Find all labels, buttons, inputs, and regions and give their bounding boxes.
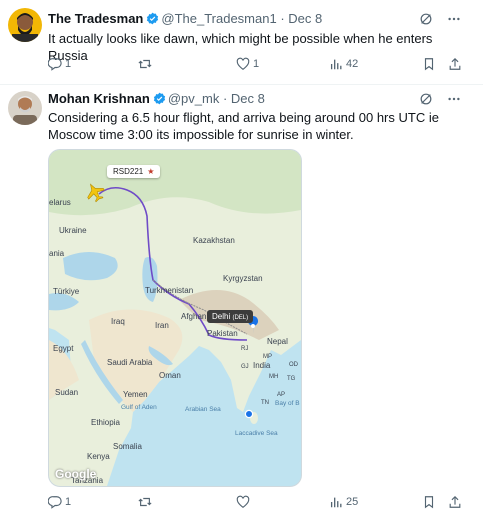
map-label-tg: TG — [287, 376, 296, 382]
verified-badge-icon — [153, 92, 165, 105]
share-icon — [449, 57, 461, 70]
map-label-od: OD — [289, 362, 298, 368]
map-label-rania: ania — [49, 249, 65, 258]
destination-code: (DEL) — [232, 315, 249, 321]
bookmark-button[interactable] — [422, 495, 436, 509]
author-name[interactable]: The Tradesman — [48, 11, 143, 26]
views-chart-icon — [330, 59, 342, 70]
flight-number-tag: RSD221 ★ — [107, 165, 161, 178]
like-button[interactable] — [236, 495, 253, 509]
map-label-turkiye: Türkiye — [53, 287, 80, 296]
like-button[interactable]: 1 — [236, 57, 259, 71]
grok-icon[interactable] — [419, 12, 433, 26]
map-label-yemen: Yemen — [123, 390, 148, 399]
tweet-2-header: Mohan Krishnan @pv_mk · Dec 8 — [48, 91, 265, 106]
author-name[interactable]: Mohan Krishnan — [48, 91, 150, 106]
avatar-tradesman-image — [8, 8, 42, 42]
map-label-pakistan: Pakistan — [207, 329, 238, 338]
map-label-laccadive: Laccadive Sea — [235, 430, 278, 437]
views-button[interactable]: 42 — [329, 57, 358, 71]
verified-badge-icon — [147, 12, 159, 25]
map-label-somalia: Somalia — [113, 442, 142, 451]
retweet-icon — [138, 497, 152, 507]
share-button[interactable] — [448, 495, 462, 509]
tweet-2-top-actions — [419, 92, 461, 106]
location-dot-icon — [244, 409, 254, 419]
bookmark-icon — [424, 496, 434, 509]
reply-button[interactable]: 1 — [48, 495, 71, 509]
map-label-mh: MH — [269, 374, 279, 380]
tweet-2-actions: 1 25 — [48, 495, 468, 513]
destination-tag: Delhi (DEL) — [207, 310, 254, 323]
google-logo: Google — [55, 467, 97, 481]
reply-icon — [48, 58, 62, 71]
map-label-gulf-of-aden: Gulf of Aden — [121, 404, 157, 411]
map-label-kyrgyzstan: Kyrgyzstan — [223, 274, 263, 283]
map-label-arabian-sea: Arabian Sea — [185, 406, 221, 413]
map-label-gj: GJ — [241, 364, 249, 370]
reply-icon — [48, 496, 62, 509]
tweet-date[interactable]: · Dec 8 — [223, 91, 265, 106]
map-label-iran: Iran — [155, 321, 169, 330]
tweet-date[interactable]: · Dec 8 — [280, 11, 322, 26]
retweet-button[interactable] — [138, 495, 155, 509]
grok-icon[interactable] — [419, 92, 433, 106]
map-label-rj: RJ — [241, 346, 249, 352]
map-label-mp: MP — [263, 354, 272, 360]
map-label-egypt: Egypt — [53, 344, 74, 353]
map-label-sudan: Sudan — [55, 388, 79, 397]
flight-number: RSD221 — [113, 167, 144, 176]
heart-icon — [236, 495, 250, 508]
map-label-afghanistan: Afghan — [181, 312, 207, 321]
destination-city: Delhi — [212, 312, 231, 321]
map-label-belarus: elarus — [49, 198, 71, 207]
map-label-oman: Oman — [159, 371, 181, 380]
bookmark-icon — [424, 58, 434, 71]
tweet-text: Considering a 6.5 hour flight, and arriv… — [48, 110, 439, 142]
tweet-1-top-actions — [419, 12, 461, 26]
views-chart-icon — [330, 497, 342, 508]
reply-count: 1 — [65, 58, 72, 70]
more-options-icon[interactable] — [447, 12, 461, 26]
like-count: 1 — [253, 58, 260, 70]
share-button[interactable] — [448, 57, 462, 71]
author-handle[interactable]: @The_Tradesman1 — [161, 11, 276, 26]
retweet-button[interactable] — [138, 57, 155, 71]
map-label-ap: AP — [277, 392, 286, 398]
tweet-1-header: The Tradesman @The_Tradesman1 · Dec 8 — [48, 11, 322, 26]
map-label-india: India — [253, 361, 271, 370]
flight-map-image[interactable]: RSD221 ★ Delhi (DEL) elarus Ukraine ania … — [48, 149, 302, 487]
views-count: 42 — [346, 58, 359, 70]
views-count: 25 — [346, 496, 359, 508]
avatar-tradesman[interactable] — [8, 8, 42, 42]
reply-button[interactable]: 1 — [48, 57, 71, 71]
tweet-1-actions: 1 1 42 — [48, 57, 468, 75]
tweet-1: The Tradesman @The_Tradesman1 · Dec 8 It … — [0, 0, 483, 84]
avatar-mohan[interactable] — [8, 91, 42, 125]
map-label-nepal: Nepal — [267, 337, 288, 346]
map-label-tn: TN — [261, 400, 269, 406]
bookmark-button[interactable] — [422, 57, 436, 71]
heart-icon — [236, 57, 250, 70]
more-options-icon[interactable] — [447, 92, 461, 106]
views-button[interactable]: 25 — [329, 495, 358, 509]
map-label-iraq: Iraq — [111, 317, 125, 326]
map-label-turkmenistan: Turkmenistan — [145, 286, 194, 295]
share-icon — [449, 495, 461, 508]
author-handle[interactable]: @pv_mk — [168, 91, 220, 106]
map-label-saudi: Saudi Arabia — [107, 358, 153, 367]
map-label-ukraine: Ukraine — [59, 226, 87, 235]
avatar-mohan-image — [8, 91, 42, 125]
map-label-bay-of-bengal: Bay of B — [275, 400, 300, 407]
map-label-ethiopia: Ethiopia — [91, 418, 120, 427]
star-icon: ★ — [147, 167, 155, 176]
retweet-icon — [138, 59, 152, 69]
reply-count: 1 — [65, 496, 72, 508]
map-label-kazakhstan: Kazakhstan — [193, 236, 235, 245]
map-label-kenya: Kenya — [87, 452, 110, 461]
